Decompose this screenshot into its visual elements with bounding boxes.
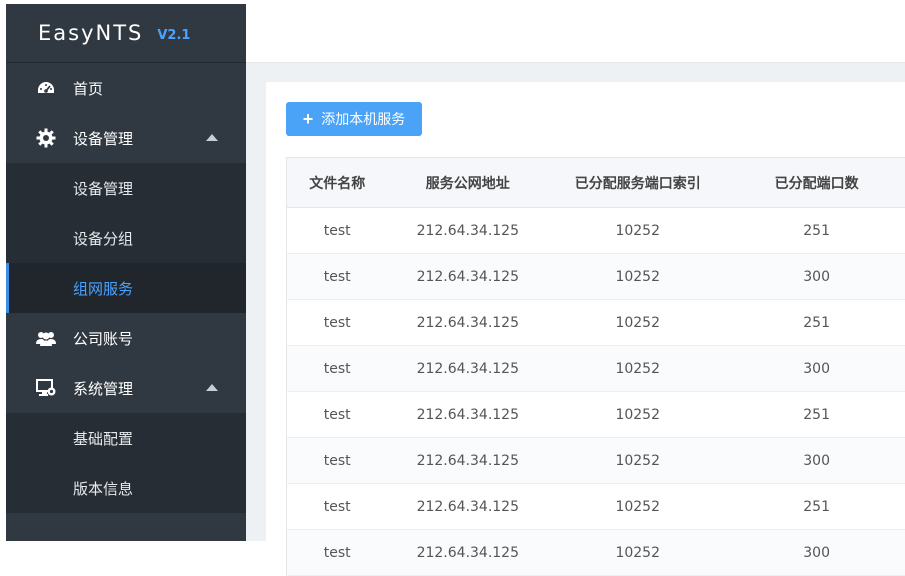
sidebar-item-label: 设备管理 — [73, 128, 133, 149]
plus-icon: + — [303, 110, 314, 128]
cell-file-name: test — [287, 392, 388, 438]
services-table: 文件名称 服务公网地址 已分配服务端口索引 已分配端口数 test212.64.… — [286, 157, 905, 576]
app-name: EasyNTS — [38, 21, 143, 45]
cell-port-index: 10252 — [548, 530, 727, 576]
column-header-port-count[interactable]: 已分配端口数 — [727, 158, 905, 208]
cell-port-count: 300 — [727, 530, 905, 576]
cell-file-name: test — [287, 484, 388, 530]
sidebar-subitem-network-service[interactable]: 组网服务 — [6, 263, 246, 313]
table-row[interactable]: test212.64.34.12510252300 — [287, 438, 905, 484]
system-settings-icon — [35, 377, 57, 399]
cell-port-index: 10252 — [548, 484, 727, 530]
main-card: + 添加本机服务 文件名称 服务公网地址 已分配服务端口索引 已分配端口数 te… — [266, 82, 905, 541]
cell-public-address: 212.64.34.125 — [387, 484, 548, 530]
sidebar-subitem-version-info[interactable]: 版本信息 — [6, 463, 246, 513]
cell-port-count: 300 — [727, 346, 905, 392]
submenu-system-management: 基础配置 版本信息 — [6, 413, 246, 513]
sidebar-item-system-management[interactable]: 系统管理 — [6, 363, 246, 413]
cell-public-address: 212.64.34.125 — [387, 208, 548, 254]
sidebar: EasyNTS V2.1 首页 设备管理 设备管理 设备分组 组网服务 公司账号… — [6, 4, 246, 541]
app-version: V2.1 — [157, 28, 190, 43]
cell-file-name: test — [287, 346, 388, 392]
cell-port-index: 10252 — [548, 300, 727, 346]
cell-public-address: 212.64.34.125 — [387, 254, 548, 300]
cell-port-count: 300 — [727, 254, 905, 300]
add-local-service-button[interactable]: + 添加本机服务 — [286, 102, 422, 136]
cell-port-index: 10252 — [548, 438, 727, 484]
cell-port-index: 10252 — [548, 346, 727, 392]
cell-file-name: test — [287, 208, 388, 254]
users-icon — [35, 327, 57, 349]
table-row[interactable]: test212.64.34.12510252251 — [287, 208, 905, 254]
cell-file-name: test — [287, 300, 388, 346]
submenu-device-management: 设备管理 设备分组 组网服务 — [6, 163, 246, 313]
table-row[interactable]: test212.64.34.12510252251 — [287, 484, 905, 530]
cell-public-address: 212.64.34.125 — [387, 346, 548, 392]
sidebar-subitem-basic-config[interactable]: 基础配置 — [6, 413, 246, 463]
caret-up-icon — [206, 384, 218, 391]
cell-public-address: 212.64.34.125 — [387, 392, 548, 438]
sidebar-item-label: 系统管理 — [73, 378, 133, 399]
column-header-file-name[interactable]: 文件名称 — [287, 158, 388, 208]
cell-port-index: 10252 — [548, 254, 727, 300]
sidebar-item-label: 首页 — [73, 78, 103, 99]
cell-port-count: 300 — [727, 438, 905, 484]
sidebar-subitem-device-groups[interactable]: 设备分组 — [6, 213, 246, 263]
sidebar-item-company-account[interactable]: 公司账号 — [6, 313, 246, 363]
cell-port-count: 251 — [727, 208, 905, 254]
table-body: test212.64.34.12510252251test212.64.34.1… — [287, 208, 905, 576]
gear-icon — [35, 127, 57, 149]
table-row[interactable]: test212.64.34.12510252251 — [287, 300, 905, 346]
dashboard-icon — [35, 77, 57, 99]
column-header-public-address[interactable]: 服务公网地址 — [387, 158, 548, 208]
caret-up-icon — [206, 134, 218, 141]
column-header-port-index[interactable]: 已分配服务端口索引 — [548, 158, 727, 208]
add-button-label: 添加本机服务 — [321, 109, 405, 129]
cell-public-address: 212.64.34.125 — [387, 300, 548, 346]
table-row[interactable]: test212.64.34.12510252300 — [287, 254, 905, 300]
cell-port-index: 10252 — [548, 208, 727, 254]
cell-port-count: 251 — [727, 392, 905, 438]
cell-port-index: 10252 — [548, 392, 727, 438]
sidebar-subitem-device-management[interactable]: 设备管理 — [6, 163, 246, 213]
table-row[interactable]: test212.64.34.12510252300 — [287, 346, 905, 392]
cell-file-name: test — [287, 438, 388, 484]
cell-port-count: 251 — [727, 484, 905, 530]
cell-file-name: test — [287, 530, 388, 576]
top-header — [246, 4, 905, 63]
sidebar-item-device-management[interactable]: 设备管理 — [6, 113, 246, 163]
sidebar-item-label: 公司账号 — [73, 328, 133, 349]
table-row[interactable]: test212.64.34.12510252300 — [287, 530, 905, 576]
brand: EasyNTS V2.1 — [6, 4, 246, 63]
cell-public-address: 212.64.34.125 — [387, 530, 548, 576]
cell-public-address: 212.64.34.125 — [387, 438, 548, 484]
cell-port-count: 251 — [727, 300, 905, 346]
sidebar-item-home[interactable]: 首页 — [6, 63, 246, 113]
cell-file-name: test — [287, 254, 388, 300]
table-header-row: 文件名称 服务公网地址 已分配服务端口索引 已分配端口数 — [287, 158, 905, 208]
table-row[interactable]: test212.64.34.12510252251 — [287, 392, 905, 438]
